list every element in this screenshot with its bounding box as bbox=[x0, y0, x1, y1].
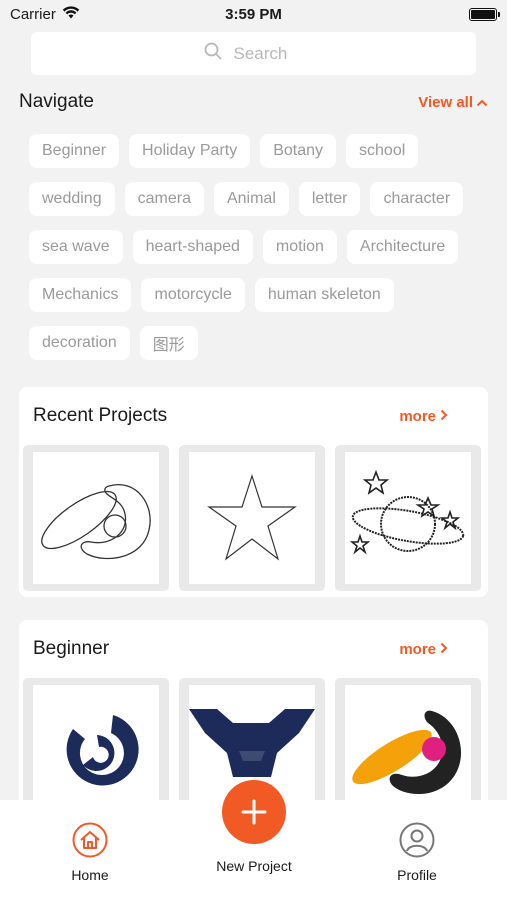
tag-chip[interactable]: Beginner bbox=[29, 134, 120, 168]
tag-chip[interactable]: school bbox=[346, 134, 419, 168]
tag-chip[interactable]: Holiday Party bbox=[129, 134, 251, 168]
tag-chip[interactable]: sea wave bbox=[29, 230, 123, 264]
star-icon bbox=[207, 474, 297, 561]
navigate-title: Navigate bbox=[19, 91, 94, 112]
search-bar[interactable] bbox=[31, 32, 476, 75]
new-project-button[interactable]: New Project bbox=[186, 780, 322, 874]
tab-profile-label: Profile bbox=[397, 867, 437, 883]
tab-home[interactable]: Home bbox=[40, 800, 140, 883]
wifi-icon bbox=[62, 5, 80, 23]
view-all-label: View all bbox=[418, 93, 473, 111]
beginner-title: Beginner bbox=[33, 638, 110, 659]
tag-chip[interactable]: motorcycle bbox=[141, 278, 245, 312]
tab-profile[interactable]: Profile bbox=[367, 800, 467, 883]
tag-chip[interactable]: motion bbox=[262, 230, 337, 264]
chevron-right-icon bbox=[440, 408, 448, 425]
beginner-more-button[interactable]: more bbox=[399, 641, 448, 658]
tag-cloud: Beginner Holiday Party Botany school wedding… bbox=[29, 134, 484, 360]
tag-chip[interactable]: camera bbox=[124, 182, 204, 216]
battery-icon bbox=[469, 7, 500, 21]
tag-chip[interactable]: Mechanics bbox=[29, 278, 132, 312]
search-icon bbox=[204, 42, 222, 65]
recent-projects-list bbox=[19, 445, 488, 591]
more-label: more bbox=[399, 640, 436, 658]
recent-more-button[interactable]: more bbox=[399, 408, 448, 425]
tag-chip[interactable]: 图形 bbox=[139, 326, 198, 360]
tag-chip[interactable]: heart-shaped bbox=[132, 230, 253, 264]
search-input[interactable] bbox=[233, 43, 304, 64]
beginner-item[interactable] bbox=[335, 678, 481, 820]
planet-stars-icon bbox=[350, 470, 465, 555]
tab-home-label: Home bbox=[71, 867, 109, 883]
recent-projects-card: Recent Projects more bbox=[19, 387, 488, 597]
status-left: Carrier bbox=[10, 6, 80, 23]
more-label: more bbox=[399, 407, 436, 425]
beginner-item[interactable] bbox=[23, 678, 169, 820]
recent-project-item[interactable] bbox=[335, 445, 481, 591]
ring-swoosh-icon bbox=[41, 483, 151, 560]
battery-level bbox=[471, 9, 495, 19]
tag-chip[interactable]: letter bbox=[298, 182, 361, 216]
home-icon bbox=[72, 822, 108, 861]
tag-chip[interactable]: Botany bbox=[260, 134, 337, 168]
tag-chip[interactable]: wedding bbox=[29, 182, 115, 216]
orange-pink-swoosh-icon bbox=[352, 710, 462, 795]
recent-projects-title: Recent Projects bbox=[33, 405, 168, 426]
recent-project-item[interactable] bbox=[179, 445, 325, 591]
new-project-label: New Project bbox=[216, 858, 292, 874]
tag-chip[interactable]: decoration bbox=[29, 326, 130, 360]
status-bar: Carrier 3:59 PM bbox=[0, 0, 507, 28]
chevron-right-icon bbox=[440, 641, 448, 658]
profile-icon bbox=[399, 822, 435, 861]
chevron-up-icon bbox=[476, 94, 488, 111]
tag-chip[interactable]: human skeleton bbox=[254, 278, 394, 312]
carrier-label: Carrier bbox=[10, 5, 56, 23]
tab-bar: Home New Project Profile bbox=[0, 780, 507, 900]
tag-chip[interactable]: character bbox=[370, 182, 464, 216]
recent-project-item[interactable] bbox=[23, 445, 169, 591]
beginner-header: Beginner more bbox=[19, 620, 488, 678]
tag-chip[interactable]: Animal bbox=[213, 182, 289, 216]
navy-spiral-logo-icon bbox=[66, 715, 139, 786]
navigate-header: Navigate View all bbox=[19, 88, 488, 116]
plus-icon bbox=[222, 780, 286, 844]
view-all-button[interactable]: View all bbox=[418, 94, 488, 111]
recent-projects-header: Recent Projects more bbox=[19, 387, 488, 445]
tag-chip[interactable]: Architecture bbox=[346, 230, 459, 264]
